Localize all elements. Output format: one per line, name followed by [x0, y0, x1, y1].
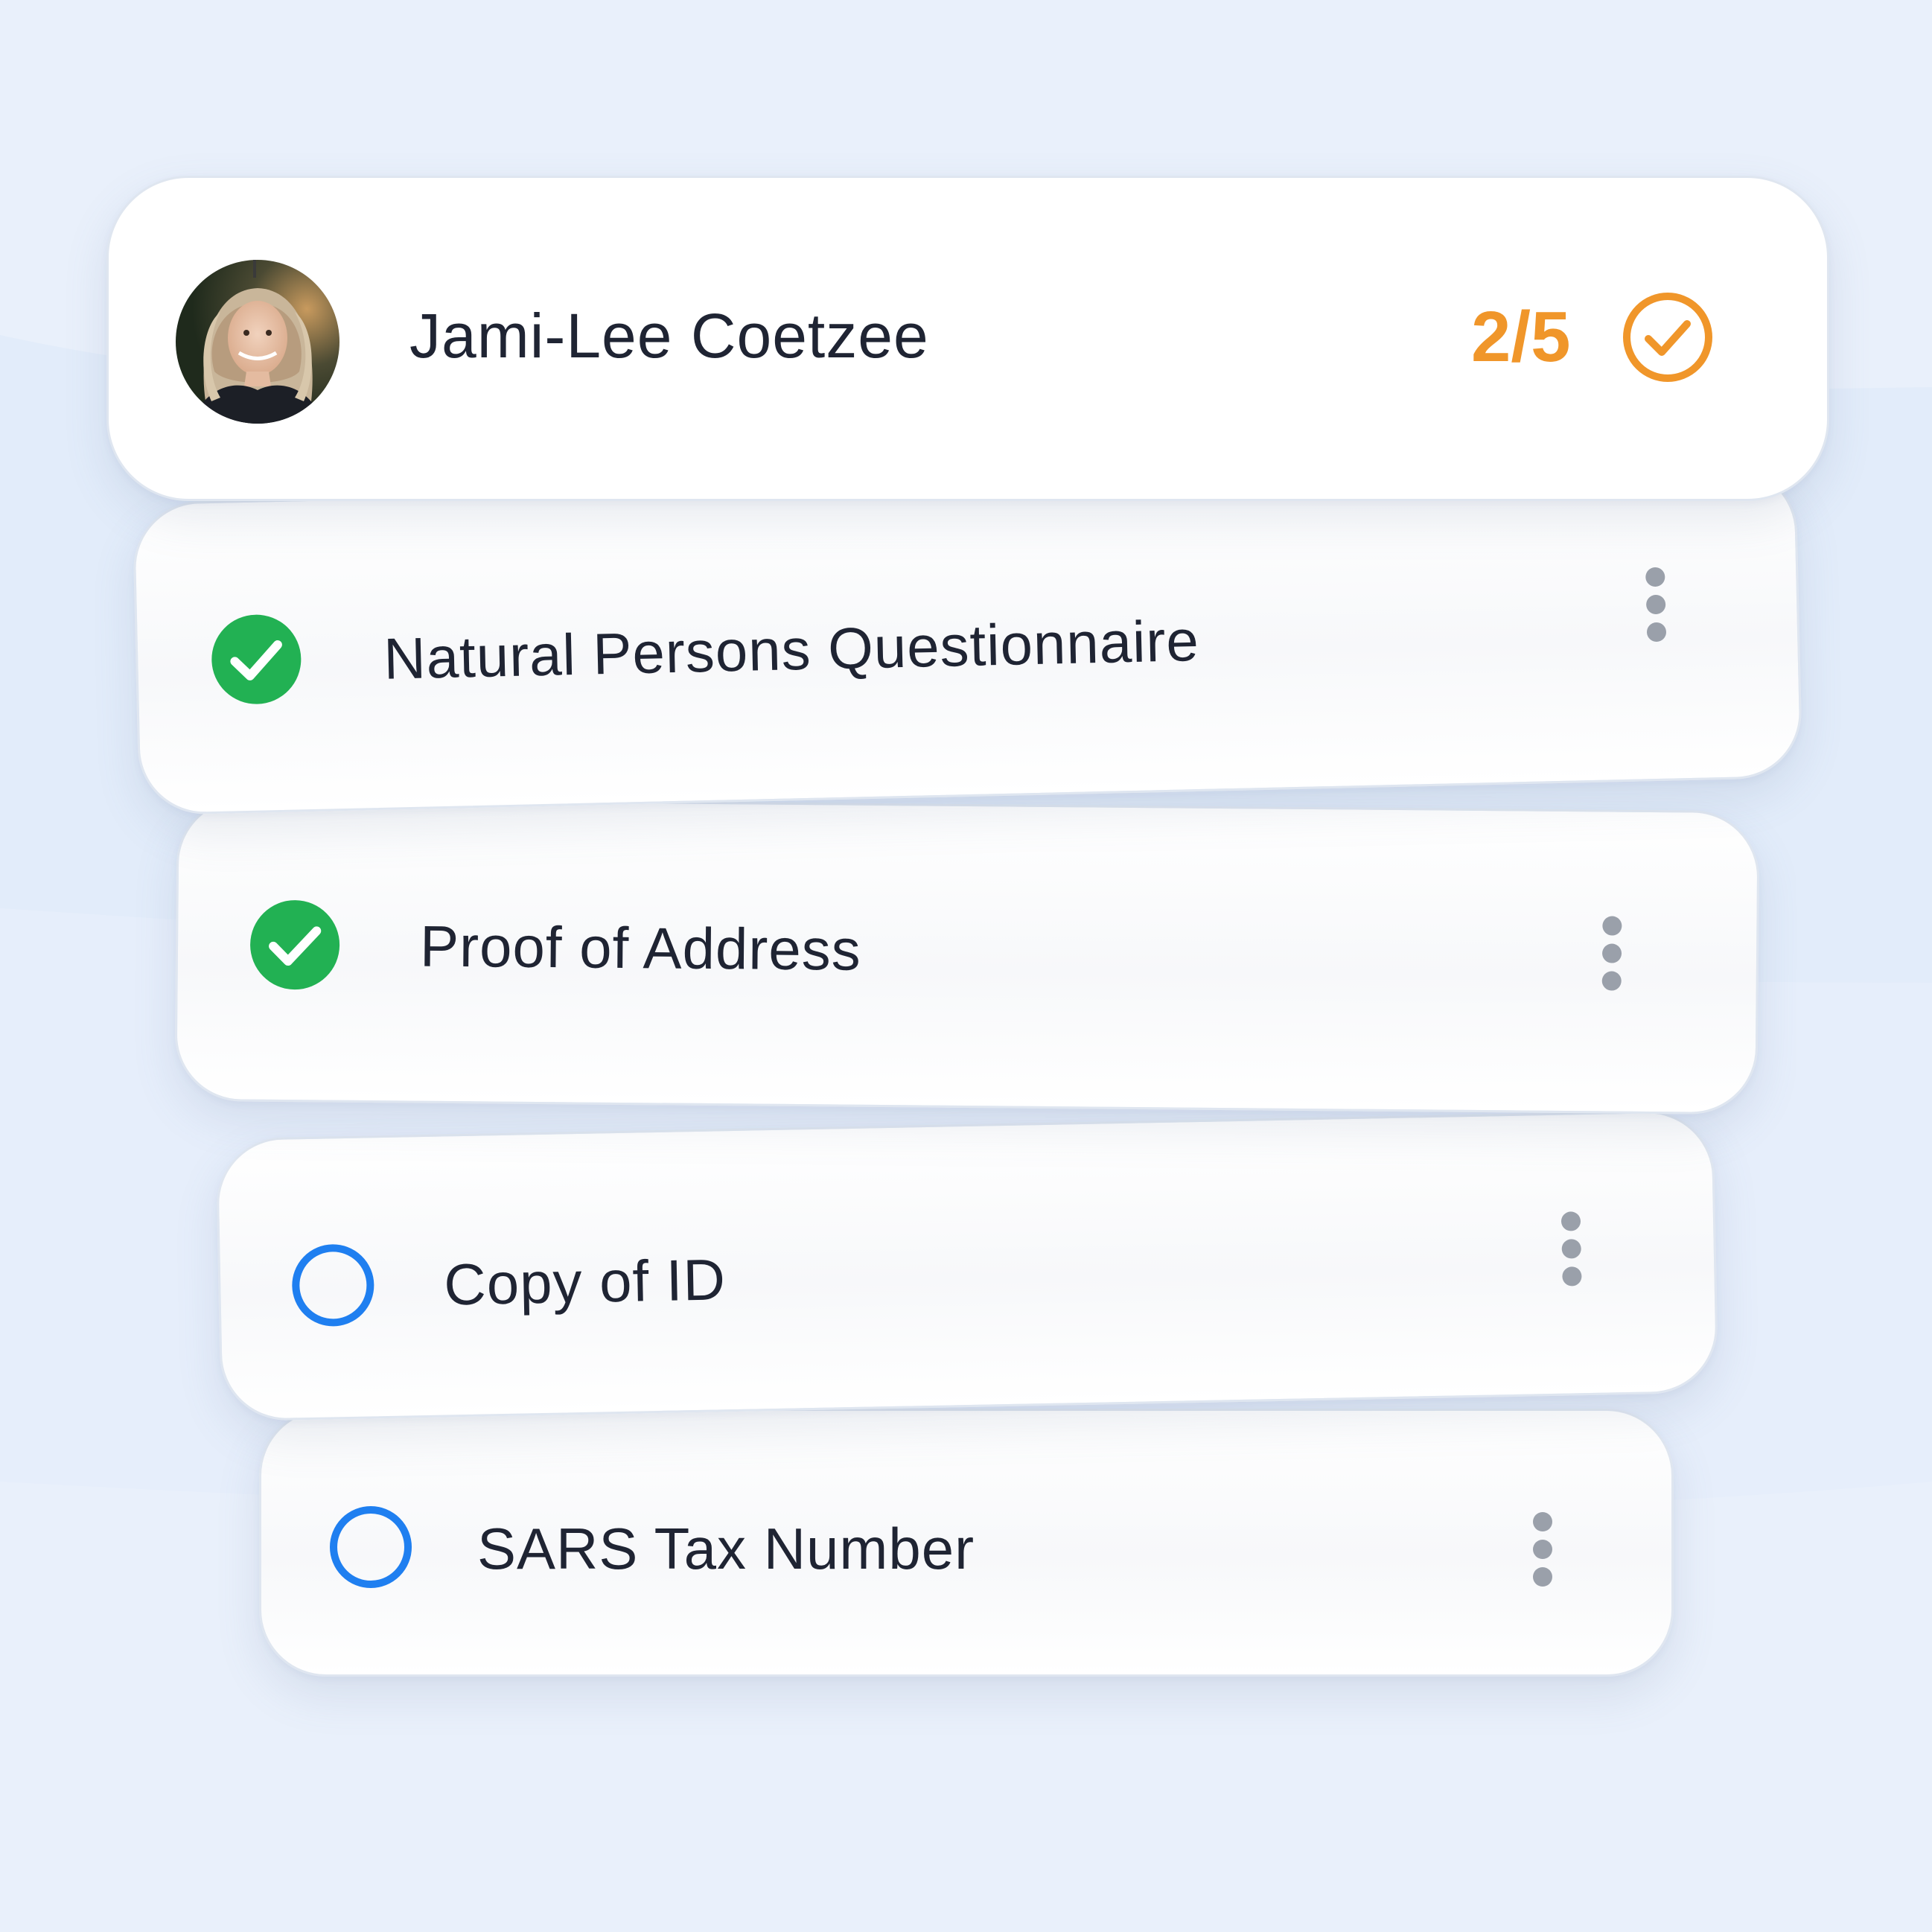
document-label: Proof of Address — [419, 913, 862, 983]
more-vertical-icon[interactable] — [1644, 567, 1668, 643]
more-vertical-icon[interactable] — [1601, 916, 1624, 991]
check-circle-filled-icon — [250, 900, 340, 990]
check-circle-filled-icon — [211, 614, 302, 704]
more-vertical-icon[interactable] — [1531, 1512, 1554, 1587]
document-item[interactable]: Proof of Address — [174, 797, 1760, 1115]
progress-count: 2/5 — [1471, 297, 1571, 377]
avatar — [176, 260, 339, 424]
empty-circle-icon — [292, 1244, 374, 1327]
contact-header-card[interactable]: Jami-Lee Coetzee 2/5 — [106, 176, 1829, 501]
document-item[interactable]: Copy of ID — [215, 1109, 1719, 1422]
document-label: Copy of ID — [443, 1246, 727, 1318]
document-item[interactable]: Natural Persons Questionnaire — [132, 465, 1803, 816]
document-item[interactable]: SARS Tax Number — [259, 1409, 1674, 1677]
document-label: SARS Tax Number — [477, 1516, 975, 1581]
contact-name: Jami-Lee Coetzee — [409, 301, 929, 371]
empty-circle-icon — [330, 1506, 412, 1588]
avatar-pin — [253, 260, 256, 278]
more-vertical-icon[interactable] — [1560, 1211, 1584, 1287]
document-label: Natural Persons Questionnaire — [383, 607, 1200, 692]
circle-check-outline-icon — [1623, 293, 1712, 382]
